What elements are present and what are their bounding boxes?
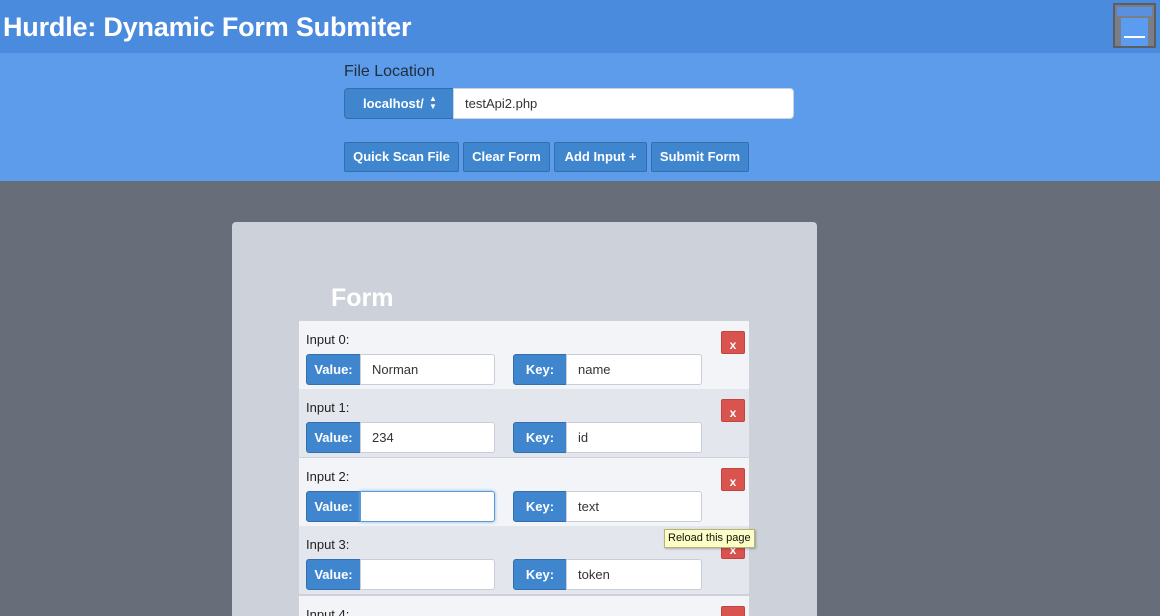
input-label: Input 3: [306,537,350,552]
value-input[interactable]: 234 [360,422,495,453]
delete-input-button[interactable]: x [721,331,745,354]
select-arrows-icon: ▲ ▼ [429,94,437,111]
value-tag: Value: [306,354,361,385]
value-tag: Value: [306,491,361,522]
location-select-value: localhost/ [363,96,424,111]
form-input-row: Input 0: Value: Norman Key: name x [299,321,749,389]
clear-form-button[interactable]: Clear Form [463,142,550,172]
key-tag: Key: [513,354,567,385]
form-input-row: Input 2: Value: Key: text x [299,458,749,526]
input-label: Input 4: [306,607,350,616]
key-tag: Key: [513,559,567,590]
key-input[interactable]: name [566,354,702,385]
input-label: Input 1: [306,400,350,415]
key-tag: Key: [513,491,567,522]
input-label: Input 2: [306,469,350,484]
form-input-row: Input 1: Value: 234 Key: id x [299,389,749,457]
value-input[interactable] [360,559,495,590]
delete-input-button[interactable]: x [721,399,745,422]
app-window-icon[interactable] [1113,3,1156,48]
value-tag: Value: [306,559,361,590]
form-input-row: Input 4: [299,596,749,616]
file-path-input[interactable]: testApi2.php [453,88,794,119]
submit-form-button[interactable]: Submit Form [651,142,749,172]
key-input[interactable]: token [566,559,702,590]
reload-tooltip: Reload this page [664,529,755,548]
form-title: Form [331,284,394,312]
add-input-button[interactable]: Add Input + [554,142,647,172]
value-input[interactable]: Norman [360,354,495,385]
key-input[interactable]: id [566,422,702,453]
app-title: Hurdle: Dynamic Form Submiter [3,12,412,42]
delete-input-button[interactable]: x [721,468,745,491]
location-select[interactable]: localhost/ ▲ ▼ [344,88,454,119]
key-tag: Key: [513,422,567,453]
delete-input-button[interactable] [721,606,745,616]
input-label: Input 0: [306,332,350,347]
value-input[interactable] [360,491,495,522]
value-tag: Value: [306,422,361,453]
quick-scan-file-button[interactable]: Quick Scan File [344,142,459,172]
key-input[interactable]: text [566,491,702,522]
file-location-label: File Location [344,63,435,80]
toolbar: File Location localhost/ ▲ ▼ testApi2.php… [0,53,1160,181]
app-header: Hurdle: Dynamic Form Submiter [0,0,1160,53]
